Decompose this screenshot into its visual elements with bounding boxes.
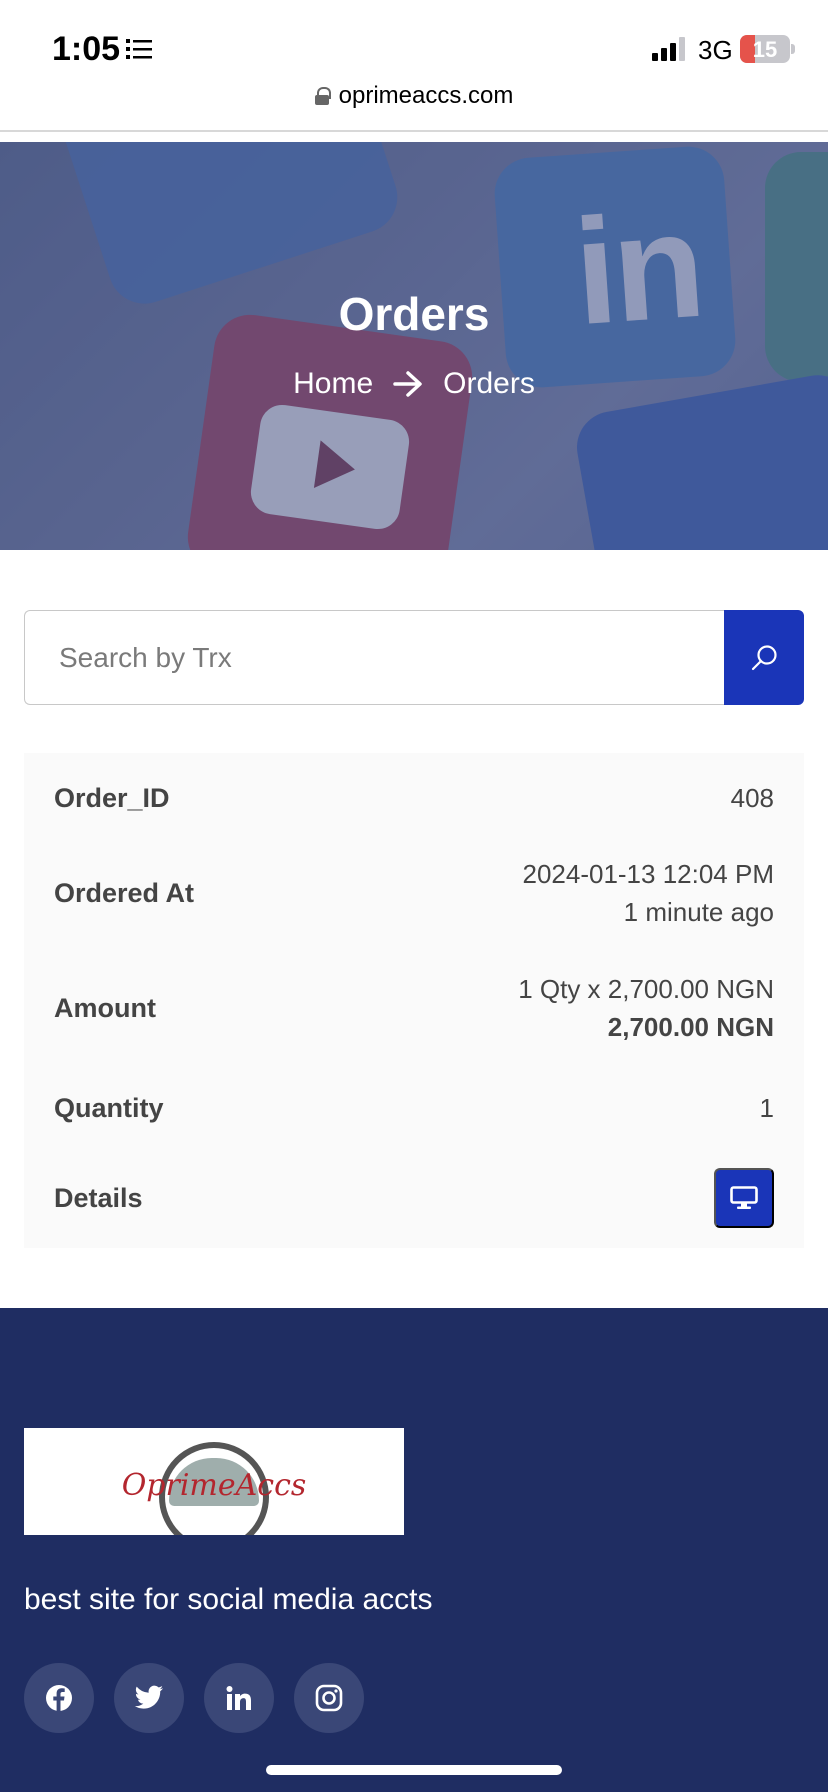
- order-id-label: Order_ID: [54, 782, 170, 813]
- desktop-icon: [730, 1186, 758, 1209]
- linkedin-icon: [226, 1686, 251, 1710]
- linkedin-link[interactable]: [204, 1663, 274, 1733]
- search-form: [24, 610, 804, 705]
- view-details-button[interactable]: [714, 1168, 774, 1228]
- facebook-link[interactable]: [24, 1663, 94, 1733]
- ordered-at-relative: 1 minute ago: [623, 897, 774, 927]
- amount-label: Amount: [54, 992, 156, 1023]
- page-title: Orders: [338, 288, 490, 340]
- hero-overlay: [0, 142, 828, 550]
- url-text[interactable]: oprimeaccs.com: [339, 82, 514, 110]
- home-indicator[interactable]: [266, 1765, 562, 1775]
- instagram-icon: [315, 1684, 343, 1712]
- order-row-details: Details: [54, 1168, 774, 1228]
- quantity-label: Quantity: [54, 1092, 164, 1123]
- details-label: Details: [54, 1182, 143, 1213]
- order-row-quantity: Quantity 1: [54, 1083, 774, 1133]
- quantity-value: 1: [759, 1093, 774, 1123]
- twitter-link[interactable]: [114, 1663, 184, 1733]
- search-icon: [751, 644, 777, 670]
- breadcrumb-home-link[interactable]: Home: [293, 367, 373, 401]
- battery-percent: 15: [752, 37, 778, 62]
- order-id-value: 408: [730, 783, 774, 813]
- ordered-at-datetime: 2024-01-13 12:04 PM: [522, 859, 774, 889]
- order-row-ordered-at: Ordered At 2024-01-13 12:04 PM 1 minute …: [54, 853, 774, 933]
- social-links: [24, 1663, 364, 1733]
- amount-total: 2,700.00 NGN: [607, 1012, 774, 1042]
- order-row-id: Order_ID 408: [54, 773, 774, 823]
- order-card: Order_ID 408 Ordered At 2024-01-13 12:04…: [24, 753, 804, 1248]
- site-logo[interactable]: OprimeAccs: [24, 1428, 404, 1535]
- footer-tagline: best site for social media accts: [24, 1583, 433, 1616]
- status-bar: 1:05 3G 15: [0, 0, 828, 90]
- breadcrumb-current: Orders: [443, 367, 535, 400]
- ordered-at-value: 2024-01-13 12:04 PM 1 minute ago: [522, 855, 774, 931]
- breadcrumb: Home Orders: [0, 367, 828, 401]
- amount-calculation: 1 Qty x 2,700.00 NGN: [518, 974, 774, 1004]
- search-input[interactable]: [24, 610, 724, 705]
- signal-icon: [652, 37, 685, 61]
- lock-icon: [314, 87, 331, 105]
- status-time: 1:05: [52, 30, 121, 68]
- site-footer: OprimeAccs best site for social media ac…: [0, 1308, 828, 1792]
- battery-icon: 15: [740, 35, 790, 63]
- search-button[interactable]: [724, 610, 804, 705]
- logo-text: OprimeAccs: [121, 1468, 307, 1503]
- page-hero-banner: in Orders Home Orders: [0, 142, 828, 550]
- arrow-right-icon: [393, 371, 422, 397]
- battery-cap: [791, 44, 795, 54]
- address-bar[interactable]: oprimeaccs.com: [0, 82, 828, 130]
- address-bar-divider: [0, 130, 828, 132]
- ordered-at-label: Ordered At: [54, 877, 195, 908]
- amount-value: 1 Qty x 2,700.00 NGN 2,700.00 NGN: [518, 970, 774, 1046]
- order-row-amount: Amount 1 Qty x 2,700.00 NGN 2,700.00 NGN: [54, 968, 774, 1048]
- network-type: 3G: [698, 35, 733, 65]
- instagram-link[interactable]: [294, 1663, 364, 1733]
- list-icon: [126, 39, 152, 59]
- twitter-icon: [134, 1685, 163, 1709]
- facebook-icon: [46, 1685, 72, 1711]
